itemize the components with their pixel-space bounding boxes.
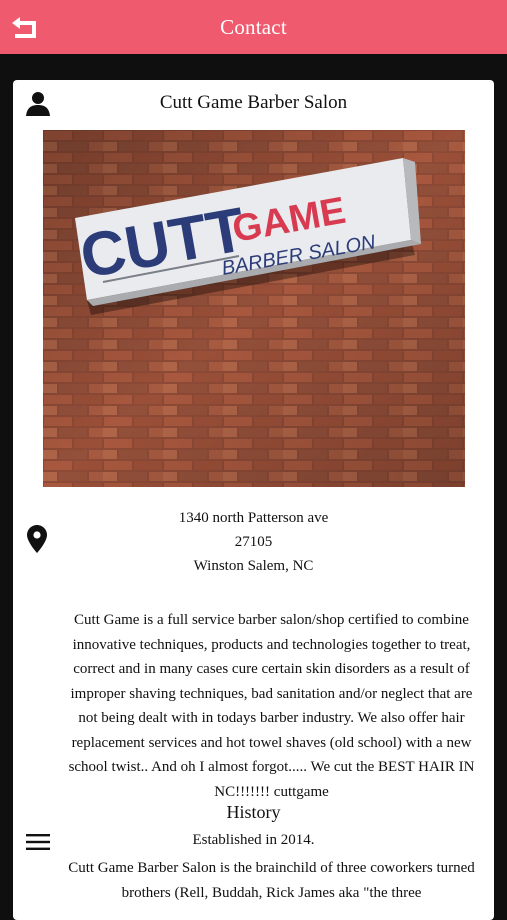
back-button[interactable] [8,11,42,43]
address-block: 1340 north Patterson ave 27105 Winston S… [73,506,434,578]
page-title: Contact [220,14,287,39]
app-header: Contact [0,0,507,54]
history-text: Cutt Game Barber Salon is the brainchild… [68,860,475,901]
business-name: Cutt Game Barber Salon [159,92,348,113]
about-text: Cutt Game is a full service barber salon… [68,612,475,800]
address-row[interactable]: 1340 north Patterson ave 27105 Winston S… [13,500,494,580]
back-arrow-icon [12,17,36,38]
history-heading: History [226,802,281,822]
address-zip: 27105 [234,534,273,550]
business-name-row: Cutt Game Barber Salon [13,80,494,126]
address-city-state: Winston Salem, NC [193,558,314,574]
established-text: Established in 2014. [192,832,315,848]
salon-photo: CUTT GAME BARBER SALON [43,130,465,487]
address-street: 1340 north Patterson ave [178,510,329,526]
contact-card: Cutt Game Barber Salon CUTT GAME BARBER … [13,80,494,920]
map-pin-icon [27,525,47,553]
